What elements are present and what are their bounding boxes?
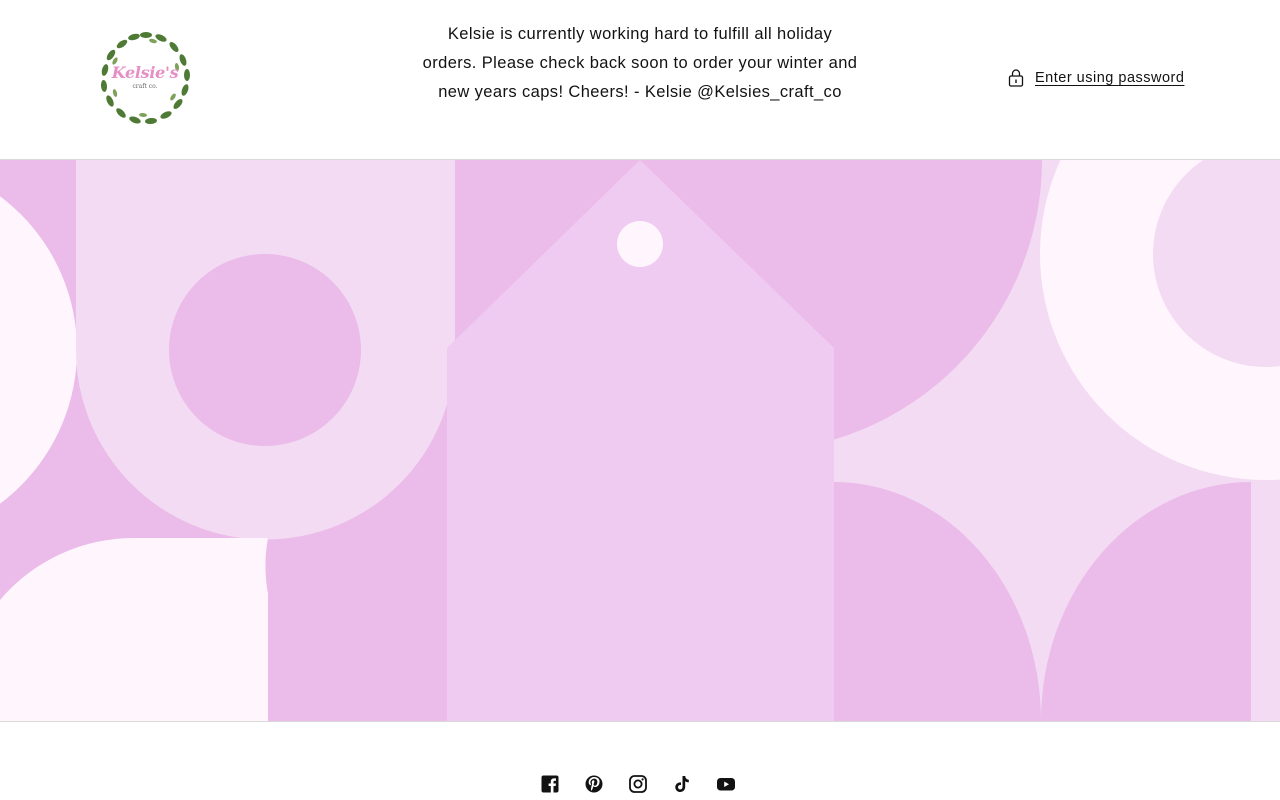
- pinterest-icon: [585, 775, 603, 793]
- instagram-icon: [629, 775, 647, 793]
- logo-brand-text: Kelsie's: [111, 63, 179, 82]
- youtube-icon: [717, 778, 735, 791]
- facebook-icon: [541, 775, 559, 793]
- enter-password-label: Enter using password: [1035, 70, 1185, 86]
- facebook-link[interactable]: [540, 773, 560, 795]
- tiktok-icon: [675, 776, 689, 792]
- enter-password-link[interactable]: Enter using password: [1006, 66, 1184, 90]
- hero-banner: [0, 160, 1280, 721]
- instagram-link[interactable]: [628, 773, 648, 795]
- announcement-message: Kelsie is currently working hard to fulf…: [422, 25, 858, 101]
- site-header: Kelsie's craft co. Kelsie is currently w…: [0, 0, 1280, 160]
- geometric-pattern-illustration: [0, 160, 1280, 721]
- store-logo[interactable]: Kelsie's craft co.: [95, 27, 197, 129]
- social-links: [540, 773, 736, 795]
- logo-sub-text: craft co.: [132, 83, 158, 90]
- site-footer: [0, 721, 1280, 800]
- lock-icon: [1008, 69, 1024, 87]
- tiktok-link[interactable]: [672, 773, 692, 795]
- pinterest-link[interactable]: [584, 773, 604, 795]
- youtube-link[interactable]: [716, 773, 736, 795]
